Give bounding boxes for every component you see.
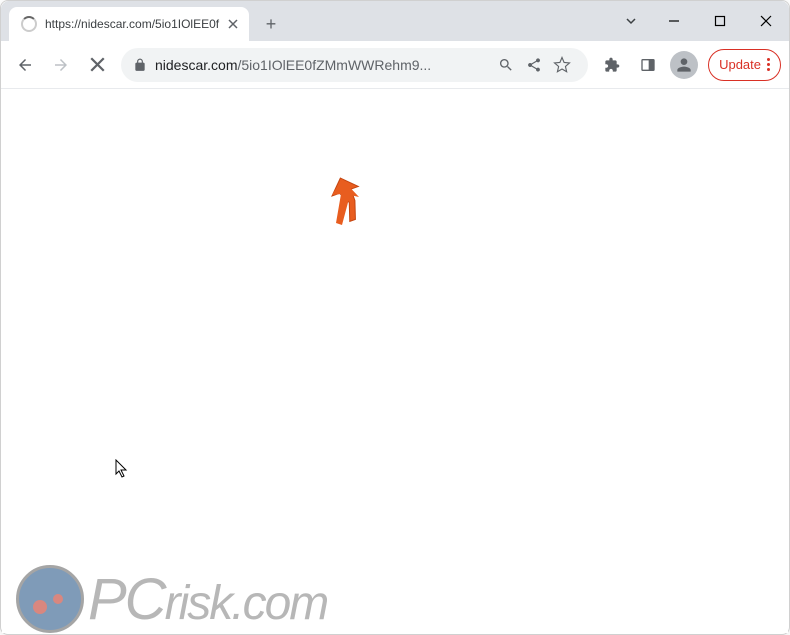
url-domain: nidescar.com (155, 57, 237, 73)
lock-icon[interactable] (133, 58, 147, 72)
watermark-rest: risk.com (165, 577, 328, 630)
window-controls (611, 1, 789, 41)
new-tab-button[interactable]: + (257, 10, 285, 38)
address-bar[interactable]: nidescar.com/5io1IOlEE0fZMmWWRehm9... (121, 48, 588, 82)
loading-spinner-icon (21, 16, 37, 32)
share-icon[interactable] (520, 57, 548, 73)
watermark-logo-icon (16, 565, 84, 633)
pointer-arrow-annotation (319, 177, 365, 234)
watermark-pc: PC (88, 567, 165, 632)
search-icon[interactable] (492, 57, 520, 73)
url-path: /5io1IOlEE0fZMmWWRehm9... (237, 57, 431, 73)
page-content: PCrisk.com (2, 89, 788, 633)
close-tab-button[interactable] (225, 16, 241, 32)
titlebar: https://nidescar.com/5io1IOlEE0f + (1, 1, 789, 41)
browser-tab[interactable]: https://nidescar.com/5io1IOlEE0f (9, 7, 249, 41)
browser-window: https://nidescar.com/5io1IOlEE0f + (0, 0, 790, 635)
toolbar: nidescar.com/5io1IOlEE0fZMmWWRehm9... Up… (1, 41, 789, 89)
watermark: PCrisk.com (16, 565, 327, 633)
maximize-button[interactable] (697, 1, 743, 41)
side-panel-icon[interactable] (632, 49, 664, 81)
back-button[interactable] (9, 49, 41, 81)
watermark-text: PCrisk.com (88, 566, 327, 633)
forward-button[interactable] (45, 49, 77, 81)
mouse-cursor-icon (115, 459, 129, 484)
stop-reload-button[interactable] (81, 49, 113, 81)
update-button[interactable]: Update (708, 49, 781, 81)
tab-search-button[interactable] (611, 14, 651, 28)
profile-avatar[interactable] (670, 51, 698, 79)
minimize-button[interactable] (651, 1, 697, 41)
update-label: Update (719, 57, 761, 72)
tab-title: https://nidescar.com/5io1IOlEE0f (45, 17, 221, 31)
url-text: nidescar.com/5io1IOlEE0fZMmWWRehm9... (155, 57, 492, 73)
close-window-button[interactable] (743, 1, 789, 41)
menu-dots-icon (767, 58, 770, 71)
extensions-icon[interactable] (596, 49, 628, 81)
bookmark-star-icon[interactable] (548, 56, 576, 74)
